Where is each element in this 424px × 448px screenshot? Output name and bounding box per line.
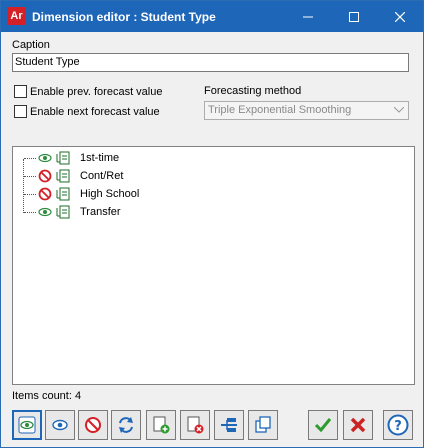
- hide-selected-icon: [85, 417, 101, 433]
- svg-text:?: ?: [394, 419, 402, 434]
- enable-prev-label: Enable prev. forecast value: [30, 86, 163, 98]
- forecasting-method-label: Forecasting method: [204, 85, 302, 97]
- cancel-button[interactable]: [343, 410, 373, 440]
- help-button[interactable]: ?: [383, 410, 413, 440]
- tree-branch: [24, 176, 36, 177]
- dimension-editor-window: Ar Dimension editor : Student Type Capti…: [0, 0, 424, 448]
- add-item-button[interactable]: [146, 410, 176, 440]
- maximize-icon: [349, 11, 359, 22]
- tree-item-1st-time[interactable]: 1st-time: [13, 149, 213, 167]
- title-bar[interactable]: Ar Dimension editor : Student Type: [1, 1, 423, 32]
- eye-icon[interactable]: [38, 205, 52, 219]
- hierarchy-node-icon: [56, 169, 70, 183]
- tree-item-label: Cont/Ret: [80, 170, 124, 182]
- tree-item-high-school[interactable]: High School: [13, 185, 213, 203]
- enable-next-label: Enable next forecast value: [30, 106, 160, 118]
- items-count: Items count: 4: [12, 390, 82, 402]
- copy-button[interactable]: [248, 410, 278, 440]
- no-entry-icon[interactable]: [38, 187, 52, 201]
- split-icon: [221, 418, 237, 432]
- close-icon: [395, 11, 405, 22]
- enable-next-checkbox[interactable]: [14, 105, 27, 118]
- help-icon: ?: [387, 414, 409, 436]
- refresh-icon: [119, 417, 133, 433]
- minimize-icon: [303, 16, 313, 17]
- show-all-button[interactable]: [12, 410, 42, 440]
- close-button[interactable]: [377, 1, 423, 32]
- tree-item-label: Transfer: [80, 206, 121, 218]
- tree-branch: [24, 158, 36, 159]
- split-button[interactable]: [214, 410, 244, 440]
- ok-button[interactable]: [308, 410, 338, 440]
- maximize-button[interactable]: [331, 1, 377, 32]
- caption-label: Caption: [12, 39, 50, 51]
- tree-item-label: High School: [80, 188, 140, 200]
- show-selected-button[interactable]: [45, 410, 75, 440]
- show-all-icon: [18, 416, 36, 434]
- tree-item-label: 1st-time: [80, 152, 120, 164]
- show-selected-icon: [52, 419, 68, 431]
- tree-branch: [24, 194, 36, 195]
- hide-selected-button[interactable]: [78, 410, 108, 440]
- refresh-button[interactable]: [111, 410, 141, 440]
- no-entry-icon[interactable]: [38, 169, 52, 183]
- app-logo-icon: Ar: [7, 7, 26, 25]
- minimize-button[interactable]: [285, 1, 331, 32]
- forecasting-method-select[interactable]: Triple Exponential Smoothing: [204, 101, 409, 120]
- chevron-down-icon: [394, 107, 404, 113]
- cancel-icon: [350, 417, 366, 433]
- caption-input[interactable]: Student Type: [12, 53, 409, 72]
- hierarchy-node-icon: [56, 205, 70, 219]
- hierarchy-node-icon: [56, 151, 70, 165]
- remove-item-button[interactable]: [180, 410, 210, 440]
- ok-icon: [314, 418, 332, 433]
- tree-item-cont-ret[interactable]: Cont/Ret: [13, 167, 213, 185]
- dimension-tree[interactable]: 1st-time Cont/Ret High School Transfer: [12, 146, 415, 385]
- hierarchy-node-icon: [56, 187, 70, 201]
- window-title: Dimension editor : Student Type: [32, 10, 216, 24]
- tree-branch: [24, 212, 36, 213]
- enable-prev-checkbox[interactable]: [14, 85, 27, 98]
- tree-item-transfer[interactable]: Transfer: [13, 203, 213, 221]
- add-folder-icon: [153, 416, 170, 434]
- copy-icon: [255, 416, 271, 433]
- forecasting-method-value: Triple Exponential Smoothing: [208, 104, 352, 116]
- eye-icon[interactable]: [38, 151, 52, 165]
- remove-folder-icon: [187, 416, 204, 434]
